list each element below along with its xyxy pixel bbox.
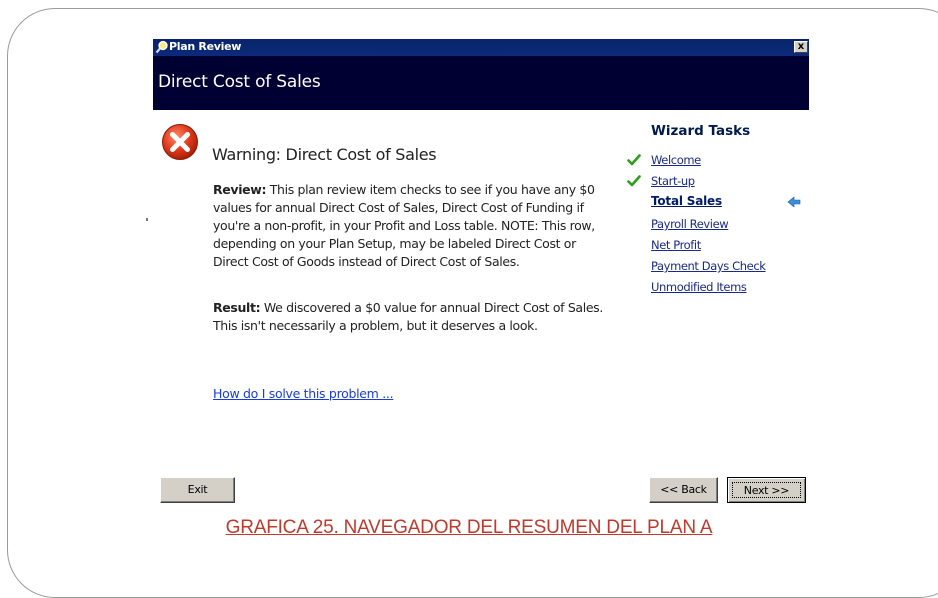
task-unmodified-items[interactable]: Unmodified Items bbox=[651, 280, 747, 294]
warning-title: Warning: Direct Cost of Sales bbox=[212, 145, 437, 164]
window-title: Plan Review bbox=[169, 40, 242, 53]
next-button[interactable]: Next >> bbox=[727, 477, 806, 503]
decorative-mark bbox=[146, 218, 148, 221]
page-header: Direct Cost of Sales bbox=[153, 56, 809, 110]
wizard-tasks-title: Wizard Tasks bbox=[651, 123, 751, 139]
review-text: This plan review item checks to see if y… bbox=[213, 182, 595, 269]
back-button[interactable]: << Back bbox=[649, 477, 718, 503]
magnifier-icon bbox=[155, 40, 168, 54]
result-paragraph: Result: We discovered a $0 value for ann… bbox=[213, 299, 608, 335]
window-titlebar[interactable]: Plan Review x bbox=[153, 39, 809, 56]
task-payroll-review[interactable]: Payroll Review bbox=[651, 217, 729, 231]
help-link[interactable]: How do I solve this problem ... bbox=[213, 386, 394, 401]
task-start-up[interactable]: Start-up bbox=[651, 174, 695, 188]
task-total-sales[interactable]: Total Sales bbox=[651, 194, 722, 208]
exit-button[interactable]: Exit bbox=[160, 477, 235, 503]
plan-review-window: Plan Review x Direct Cost of Sales Warni… bbox=[153, 39, 809, 510]
checkmark-icon bbox=[627, 154, 641, 166]
figure-caption: GRAFICA 25. NAVEGADOR DEL RESUMEN DEL PL… bbox=[225, 517, 713, 538]
close-button[interactable]: x bbox=[794, 41, 808, 53]
result-label: Result: bbox=[213, 300, 261, 315]
next-button-label: Next >> bbox=[732, 482, 801, 498]
review-label: Review: bbox=[213, 182, 267, 197]
left-arrow-icon bbox=[787, 196, 801, 208]
task-welcome[interactable]: Welcome bbox=[651, 153, 701, 167]
error-x-icon bbox=[162, 124, 198, 160]
result-text: We discovered a $0 value for annual Dire… bbox=[213, 300, 603, 333]
checkmark-icon bbox=[627, 175, 641, 187]
task-net-profit[interactable]: Net Profit bbox=[651, 238, 701, 252]
task-payment-days-check[interactable]: Payment Days Check bbox=[651, 259, 766, 273]
review-paragraph: Review: This plan review item checks to … bbox=[213, 181, 608, 271]
page-title: Direct Cost of Sales bbox=[158, 72, 321, 92]
